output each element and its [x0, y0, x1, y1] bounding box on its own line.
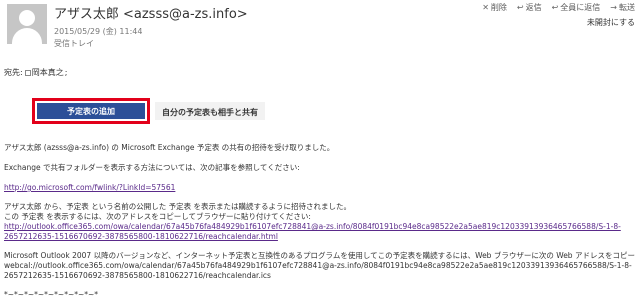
avatar: [7, 4, 47, 44]
calendar-html-link-row-1: http://outlook.office365.com/owa/calenda…: [4, 222, 635, 232]
share-calendar-button[interactable]: 自分の予定表も相手と共有: [155, 102, 265, 120]
recipient-chip[interactable]: 岡本真之;: [24, 67, 67, 78]
reply-all-icon: ↩: [551, 2, 559, 12]
help-text: Exchange で共有フォルダーを表示する方法については、次の記事を参照してく…: [4, 163, 300, 172]
webcal-address-2: 2657212635-1516670692-3878565800-1810622…: [4, 271, 271, 280]
add-calendar-highlight: 予定表の追加: [32, 98, 150, 124]
reply-icon: ↩: [516, 2, 524, 12]
invite-text: アザス太郎 から、予定表 という名前の公開した 予定表 を表示または購読するよう…: [4, 202, 351, 211]
contact-icon: [24, 69, 31, 76]
reply-button[interactable]: ↩ 返信: [517, 2, 542, 13]
email-reading-pane: アザス太郎 <azsss@a-zs.info> 2015/05/29 (金) 1…: [0, 0, 641, 301]
webcal-address-1: webcal://outlook.office365.com/owa/calen…: [4, 261, 632, 270]
calendar-html-link-row-2: 2657212635-1516670692-3878565800-1810622…: [4, 232, 635, 242]
recipients-row: 宛先: 岡本真之;: [4, 67, 67, 78]
forward-icon: →: [610, 2, 617, 12]
recipient-name: 岡本真之: [31, 68, 64, 77]
help-link[interactable]: http://go.microsoft.com/fwlink/?LinkId=5…: [4, 183, 175, 192]
invitation-text: アザス太郎 (azsss@a-zs.info) の Microsoft Exch…: [4, 143, 335, 152]
reply-all-button[interactable]: ↩ 全員に返信: [552, 2, 601, 13]
avatar-body-shape: [12, 28, 42, 44]
view-instructions: この 予定表 を表示するには、次のアドレスをコピーしてブラウザーに貼り付けてくだ…: [4, 212, 311, 221]
folder-name: 受信トレイ: [54, 39, 94, 48]
delete-button[interactable]: ✕ 削除: [482, 2, 507, 13]
subscribe-instructions: Microsoft Outlook 2007 以降のバージョンなど、インターネッ…: [4, 251, 635, 260]
sent-date: 2015/05/29 (金) 11:44: [54, 27, 143, 36]
mark-unread-link[interactable]: 未開封にする: [587, 17, 635, 28]
forward-button[interactable]: → 転送: [610, 2, 635, 13]
to-label: 宛先:: [4, 68, 23, 77]
separator-text: *~*~*~*~*~*~*~*~*~*: [4, 290, 99, 299]
calendar-html-link[interactable]: http://outlook.office365.com/owa/calenda…: [4, 222, 621, 231]
forward-label: 転送: [619, 3, 635, 12]
reply-all-label: 全員に返信: [560, 3, 601, 12]
delete-icon: ✕: [482, 2, 489, 12]
avatar-head-shape: [19, 10, 35, 26]
calendar-html-link-continued[interactable]: 2657212635-1516670692-3878565800-1810622…: [4, 232, 278, 241]
message-toolbar: ✕ 削除 ↩ 返信 ↩ 全員に返信 → 転送: [482, 2, 635, 13]
help-link-row: http://go.microsoft.com/fwlink/?LinkId=5…: [4, 183, 635, 193]
sender-name[interactable]: アザス太郎 <azsss@a-zs.info>: [54, 3, 248, 22]
reply-label: 返信: [525, 3, 542, 12]
add-calendar-button[interactable]: 予定表の追加: [37, 103, 145, 119]
delete-label: 削除: [490, 3, 507, 12]
